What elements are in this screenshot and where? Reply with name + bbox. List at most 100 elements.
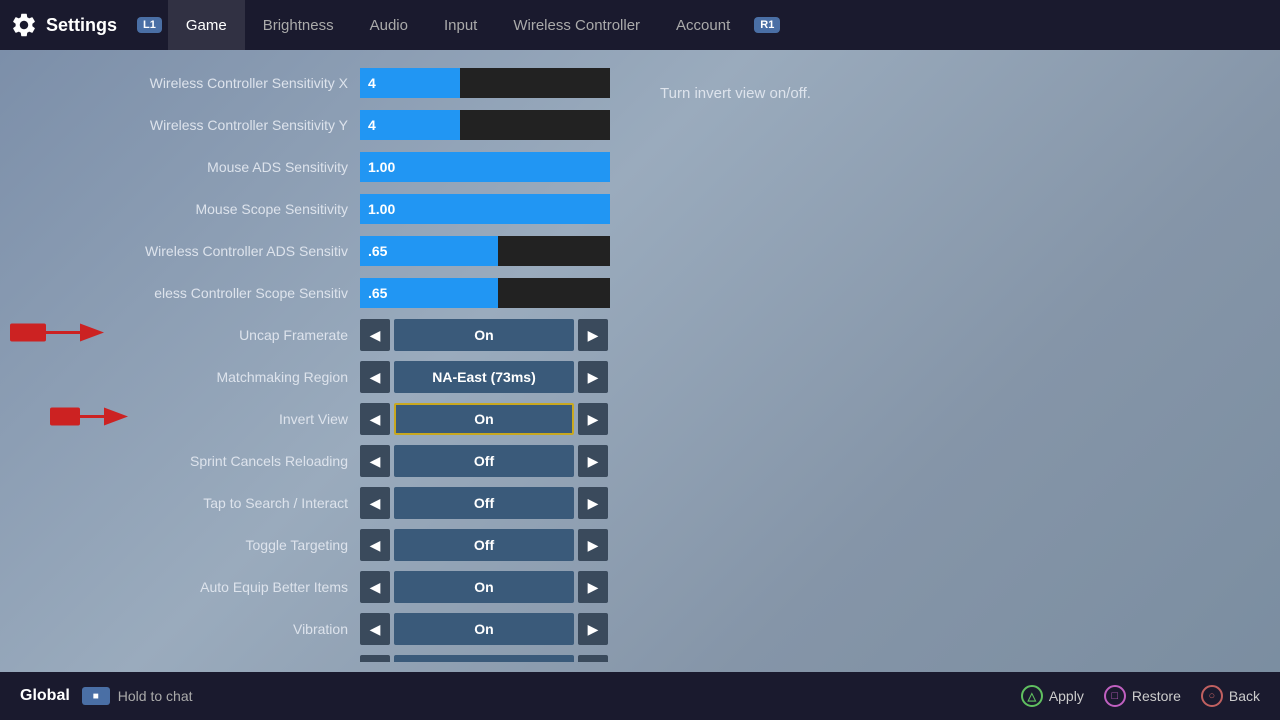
arrow-right-auto-equip[interactable]: ▶ (578, 571, 608, 603)
arrow-left-sprint-cancels[interactable]: ◀ (360, 445, 390, 477)
arrow-left-uncap-framerate[interactable]: ◀ (360, 319, 390, 351)
slider-wc-ads[interactable]: .65 (360, 236, 610, 266)
value-vibration: On (394, 613, 574, 645)
setting-row-tap-search: Tap to Search / Interact ◀ Off ▶ (20, 485, 620, 521)
toggle-vibration: ◀ On ▶ (360, 613, 608, 645)
label-matchmaking-region: Matchmaking Region (20, 369, 360, 385)
setting-row-invert-view: Invert View ◀ On ▶ (20, 401, 620, 437)
label-tap-search: Tap to Search / Interact (20, 495, 360, 511)
tab-input[interactable]: Input (426, 0, 495, 50)
back-action[interactable]: ○ Back (1201, 685, 1260, 707)
arrow-left-auto-equip[interactable]: ◀ (360, 571, 390, 603)
label-wc-ads: Wireless Controller ADS Sensitiv (20, 243, 360, 259)
toggle-aim-assist: ◀ On ▶ (360, 655, 608, 662)
arrow-left-vibration[interactable]: ◀ (360, 613, 390, 645)
toggle-tap-search: ◀ Off ▶ (360, 487, 608, 519)
apply-action[interactable]: △ Apply (1021, 685, 1084, 707)
label-wc-scope: eless Controller Scope Sensitiv (20, 285, 360, 301)
toggle-uncap-framerate: ◀ On ▶ (360, 319, 608, 351)
back-label: Back (1229, 688, 1260, 704)
value-sprint-cancels: Off (394, 445, 574, 477)
label-wc-sens-x: Wireless Controller Sensitivity X (20, 75, 360, 91)
label-vibration: Vibration (20, 621, 360, 637)
arrow-left-invert-view[interactable]: ◀ (360, 403, 390, 435)
value-auto-equip: On (394, 571, 574, 603)
slider-wc-sens-y[interactable]: 4 (360, 110, 610, 140)
arrow-right-sprint-cancels[interactable]: ▶ (578, 445, 608, 477)
value-uncap-framerate: On (394, 319, 574, 351)
label-auto-equip: Auto Equip Better Items (20, 579, 360, 595)
arrow-right-matchmaking-region[interactable]: ▶ (578, 361, 608, 393)
r1-badge: R1 (754, 17, 780, 33)
setting-row-wc-sens-y: Wireless Controller Sensitivity Y 4 (20, 107, 620, 143)
tab-game[interactable]: Game (168, 0, 245, 50)
setting-row-wc-ads: Wireless Controller ADS Sensitiv .65 (20, 233, 620, 269)
value-invert-view: On (394, 403, 574, 435)
toggle-matchmaking-region: ◀ NA-East (73ms) ▶ (360, 361, 608, 393)
toggle-invert-view: ◀ On ▶ (360, 403, 608, 435)
toggle-toggle-targeting: ◀ Off ▶ (360, 529, 608, 561)
tab-wireless-controller[interactable]: Wireless Controller (495, 0, 658, 50)
setting-row-wc-sens-x: Wireless Controller Sensitivity X 4 (20, 65, 620, 101)
arrow-uncap-framerate (10, 318, 110, 348)
arrow-left-aim-assist[interactable]: ◀ (360, 655, 390, 662)
arrow-right-toggle-targeting[interactable]: ▶ (578, 529, 608, 561)
chat-icon: ■ (82, 687, 110, 705)
slider-mouse-ads[interactable]: 1.00 (360, 152, 610, 182)
label-wc-sens-y: Wireless Controller Sensitivity Y (20, 117, 360, 133)
triangle-icon: △ (1021, 685, 1043, 707)
value-tap-search: Off (394, 487, 574, 519)
setting-row-mouse-ads: Mouse ADS Sensitivity 1.00 (20, 149, 620, 185)
apply-label: Apply (1049, 688, 1084, 704)
arrow-left-matchmaking-region[interactable]: ◀ (360, 361, 390, 393)
info-description: Turn invert view on/off. (660, 85, 811, 102)
bottom-bar: Global ■ Hold to chat △ Apply □ Restore … (0, 672, 1280, 720)
arrow-left-toggle-targeting[interactable]: ◀ (360, 529, 390, 561)
tab-brightness[interactable]: Brightness (245, 0, 352, 50)
slider-mouse-scope[interactable]: 1.00 (360, 194, 610, 224)
hold-chat-label: Hold to chat (118, 688, 193, 704)
label-mouse-scope: Mouse Scope Sensitivity (20, 201, 360, 217)
value-matchmaking-region: NA-East (73ms) (394, 361, 574, 393)
main-content: Wireless Controller Sensitivity X 4 Wire… (0, 50, 1280, 672)
info-panel: Turn invert view on/off. (630, 65, 1280, 662)
l1-badge: L1 (137, 17, 162, 33)
settings-list: Wireless Controller Sensitivity X 4 Wire… (0, 65, 630, 662)
label-toggle-targeting: Toggle Targeting (20, 537, 360, 553)
value-toggle-targeting: Off (394, 529, 574, 561)
arrow-right-vibration[interactable]: ▶ (578, 613, 608, 645)
arrow-right-uncap-framerate[interactable]: ▶ (578, 319, 608, 351)
restore-label: Restore (1132, 688, 1181, 704)
square-icon: □ (1104, 685, 1126, 707)
restore-action[interactable]: □ Restore (1104, 685, 1181, 707)
slider-wc-scope[interactable]: .65 (360, 278, 610, 308)
toggle-auto-equip: ◀ On ▶ (360, 571, 608, 603)
label-mouse-ads: Mouse ADS Sensitivity (20, 159, 360, 175)
toggle-sprint-cancels: ◀ Off ▶ (360, 445, 608, 477)
arrow-right-aim-assist[interactable]: ▶ (578, 655, 608, 662)
setting-row-sprint-cancels: Sprint Cancels Reloading ◀ Off ▶ (20, 443, 620, 479)
arrow-left-tap-search[interactable]: ◀ (360, 487, 390, 519)
arrow-right-invert-view[interactable]: ▶ (578, 403, 608, 435)
setting-row-mouse-scope: Mouse Scope Sensitivity 1.00 (20, 191, 620, 227)
arrow-right-tap-search[interactable]: ▶ (578, 487, 608, 519)
hold-chat-container: ■ Hold to chat (82, 687, 193, 705)
setting-row-aim-assist: Aim Assist ◀ On ▶ (20, 653, 620, 662)
label-sprint-cancels: Sprint Cancels Reloading (20, 453, 360, 469)
settings-title: Settings (46, 15, 117, 36)
bottom-actions: △ Apply □ Restore ○ Back (1021, 685, 1260, 707)
setting-row-uncap-framerate: Uncap Framerate ◀ On ▶ (20, 317, 620, 353)
slider-wc-sens-x[interactable]: 4 (360, 68, 610, 98)
tab-audio[interactable]: Audio (352, 0, 426, 50)
tab-account[interactable]: Account (658, 0, 748, 50)
value-aim-assist: On (394, 655, 574, 662)
circle-icon: ○ (1201, 685, 1223, 707)
setting-row-auto-equip: Auto Equip Better Items ◀ On ▶ (20, 569, 620, 605)
setting-row-toggle-targeting: Toggle Targeting ◀ Off ▶ (20, 527, 620, 563)
setting-row-matchmaking-region: Matchmaking Region ◀ NA-East (73ms) ▶ (20, 359, 620, 395)
nav-bar: Settings L1 Game Brightness Audio Input … (0, 0, 1280, 50)
setting-row-vibration: Vibration ◀ On ▶ (20, 611, 620, 647)
setting-row-wc-scope: eless Controller Scope Sensitiv .65 (20, 275, 620, 311)
global-label: Global (20, 687, 70, 705)
arrow-invert-view (50, 402, 130, 432)
